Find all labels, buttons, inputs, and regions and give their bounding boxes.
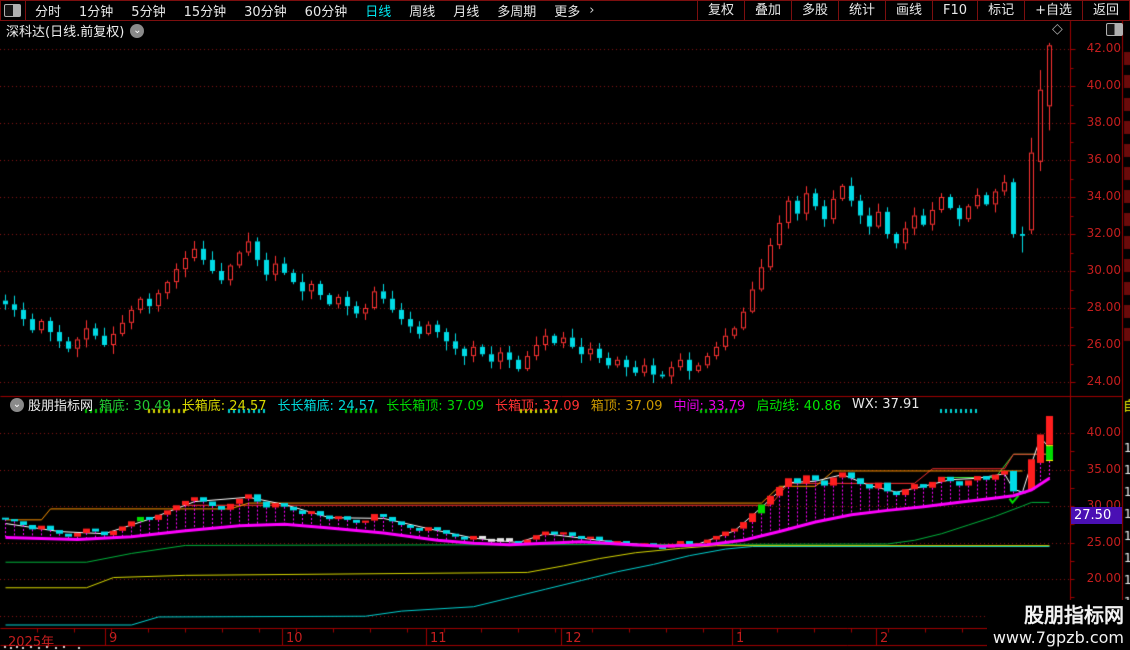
tab-5min[interactable]: 5分钟 [122,1,174,20]
main-axis-label: 34.00 [1072,189,1121,203]
main-axis-label: 38.00 [1072,115,1121,129]
fuquan-button[interactable]: 复权 [697,1,744,20]
watermark: 股朋指标网 www.7gpzb.com [987,600,1130,650]
main-axis-label: 42.00 [1072,41,1121,55]
chevron-down-icon[interactable]: ⌄ [10,398,24,412]
chevron-down-icon[interactable]: ⌄ [130,24,144,38]
main-axis-label: 28.00 [1072,300,1121,314]
main-axis-label: 30.00 [1072,263,1121,277]
chevron-right-icon: › [589,3,600,18]
panel-layout-icon[interactable] [1106,23,1123,36]
top-toolbar: 分时 1分钟 5分钟 15分钟 30分钟 60分钟 日线 周线 月线 多周期 更… [0,0,1130,21]
panel-axis-label: 20.00 [1072,571,1121,585]
tab-more[interactable]: 更多 [545,1,589,20]
field-wx: WX: 37.91 [852,397,920,412]
month-label: 10 [286,631,303,646]
month-label: 1 [736,631,744,646]
chart-canvas[interactable] [0,0,1130,650]
indicator-source[interactable]: 股朋指标网 [28,395,93,414]
field-qidongxian: 启动线: 40.86 [756,395,841,414]
watermark-brand: 股朋指标网 [987,602,1124,628]
field-changchangxiangding: 长长箱顶: 37.09 [386,395,484,414]
tab-multiperiod[interactable]: 多周期 [488,1,545,20]
tab-monthly[interactable]: 月线 [444,1,488,20]
main-axis-label: 36.00 [1072,152,1121,166]
main-axis-label: 32.00 [1072,226,1121,240]
duogu-button[interactable]: 多股 [791,1,838,20]
year-label: 2025年 [8,631,54,650]
month-label: 2 [880,631,888,646]
main-axis-label: 24.00 [1072,374,1121,388]
field-changchangxiangdi: 长长箱底: 24.57 [278,395,376,414]
back-button[interactable]: 返回 [1082,1,1129,20]
field-changxiangding: 长箱顶: 37.09 [495,395,580,414]
indicator-header: ⌄ 股朋指标网 箱底: 30.49 长箱底: 24.57 长长箱底: 24.57… [4,397,931,412]
field-zhongjian: 中间: 33.79 [674,395,746,414]
watermark-url: www.7gpzb.com [987,628,1124,648]
value-badge: 27.50 [1071,507,1122,524]
f10-button[interactable]: F10 [932,1,977,20]
chart-title-row: 深科达(日线.前复权) ⌄ [6,21,144,40]
diamond-icon[interactable]: ◇ [1052,21,1063,37]
panel-axis-label: 25.00 [1072,535,1121,549]
app-window: 分时 1分钟 5分钟 15分钟 30分钟 60分钟 日线 周线 月线 多周期 更… [0,0,1130,650]
biaoji-button[interactable]: 标记 [977,1,1024,20]
main-axis-label: 26.00 [1072,337,1121,351]
month-label: 12 [565,631,582,646]
tab-60min[interactable]: 60分钟 [296,1,357,20]
tongji-button[interactable]: 统计 [838,1,885,20]
panel-axis-label: 35.00 [1072,462,1121,476]
tab-15min[interactable]: 15分钟 [175,1,236,20]
tab-fenshi[interactable]: 分时 [26,1,70,20]
panel-toggle-icon[interactable] [4,4,21,17]
diejia-button[interactable]: 叠加 [744,1,791,20]
month-label: 9 [109,631,117,646]
add-watchlist-button[interactable]: +自选 [1024,1,1082,20]
field-xiangding: 箱顶: 37.09 [591,395,663,414]
panel-axis-label: 40.00 [1072,425,1121,439]
tab-weekly[interactable]: 周线 [400,1,444,20]
field-changxiangdi: 长箱底: 24.57 [182,395,267,414]
tab-1min[interactable]: 1分钟 [70,1,122,20]
chart-title: 深科达(日线.前复权) [6,21,124,40]
field-xiangdi: 箱底: 30.49 [99,395,171,414]
tab-daily[interactable]: 日线 [356,1,400,20]
main-axis-label: 40.00 [1072,78,1121,92]
month-label: 11 [430,631,447,646]
huaxian-button[interactable]: 画线 [885,1,932,20]
tab-30min[interactable]: 30分钟 [235,1,296,20]
